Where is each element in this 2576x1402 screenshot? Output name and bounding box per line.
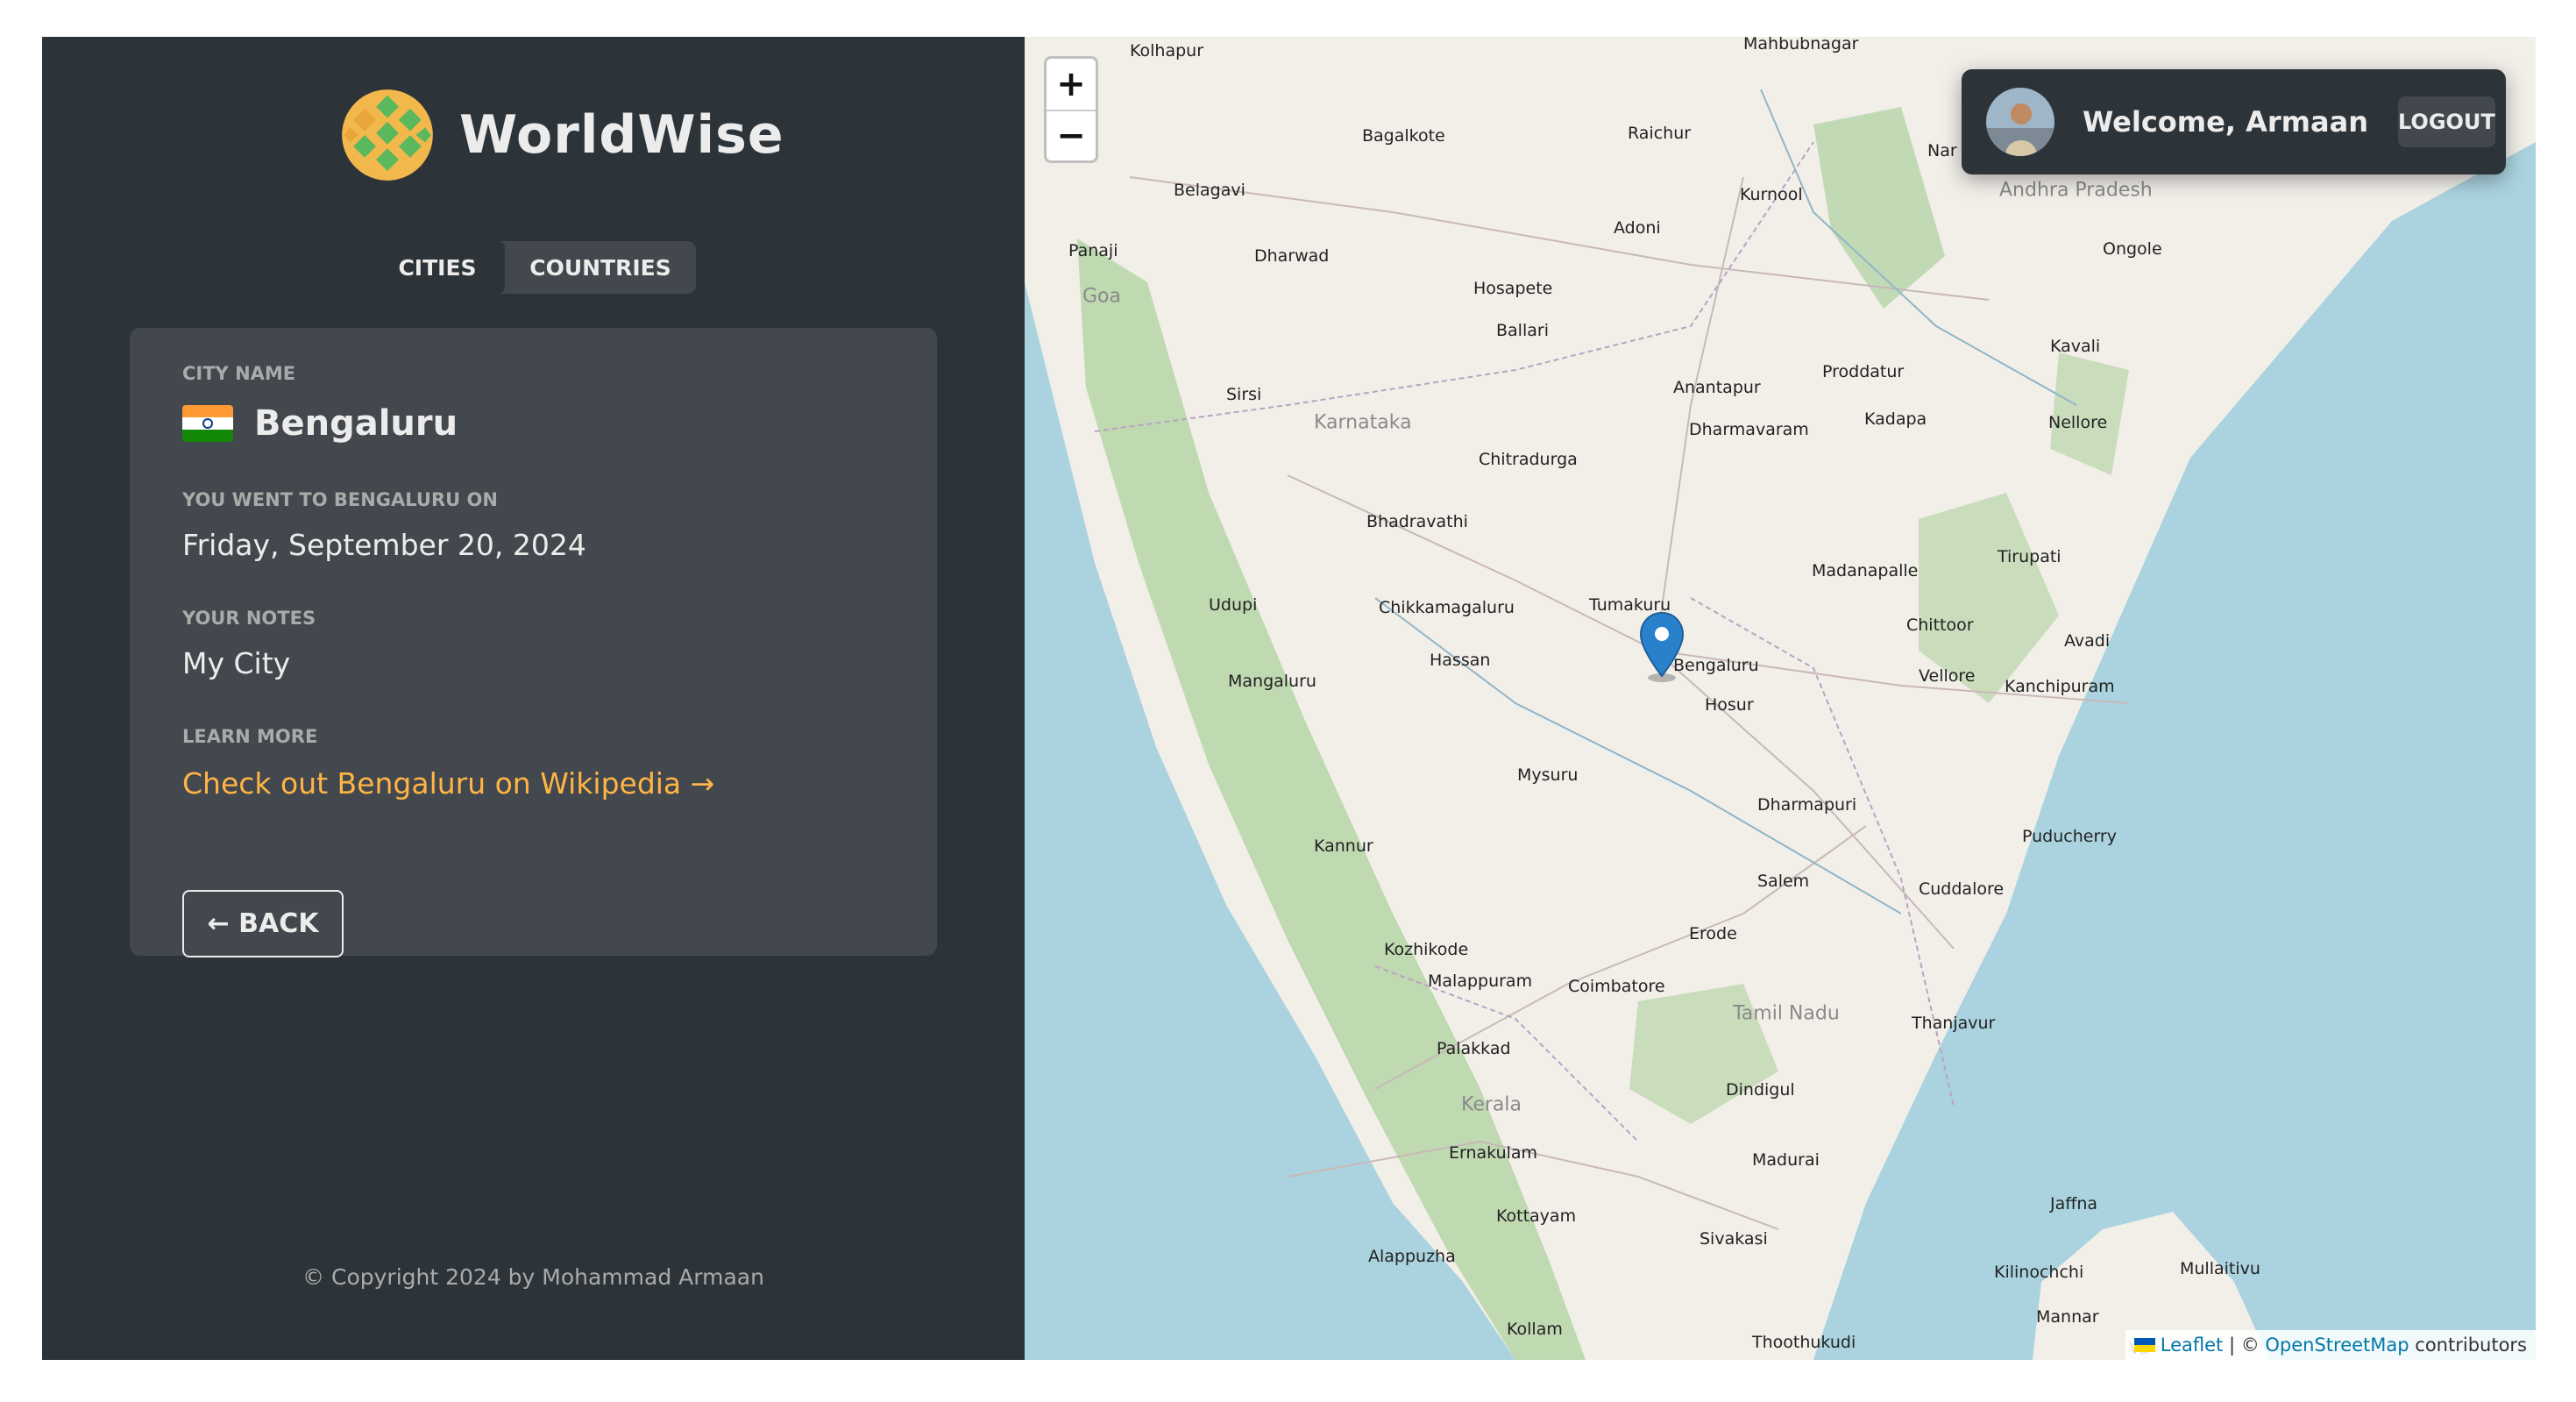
- map-label: Avadi: [2064, 631, 2111, 651]
- map-label: Hosapete: [1473, 279, 1553, 298]
- avatar: [1986, 88, 2054, 156]
- map-label: Thoothukudi: [1752, 1333, 1856, 1352]
- map-label: Mysuru: [1517, 765, 1579, 785]
- map-label: Malappuram: [1428, 971, 1533, 991]
- map-label: Ballari: [1496, 321, 1549, 340]
- map-label: Kerala: [1461, 1093, 1522, 1116]
- map-label: Hosur: [1705, 695, 1754, 715]
- map-label: Mahbubnagar: [1743, 37, 1859, 53]
- visit-date: Friday, September 20, 2024: [182, 528, 586, 562]
- map-label: Vellore: [1919, 666, 1976, 686]
- openstreetmap-link[interactable]: OpenStreetMap: [2265, 1334, 2409, 1356]
- map-label: Karnataka: [1314, 411, 1412, 434]
- notes-label: Your notes: [182, 608, 316, 629]
- tab-countries[interactable]: Countries: [505, 241, 696, 294]
- map-label: Ongole: [2103, 239, 2162, 259]
- map-label: Cuddalore: [1919, 879, 2005, 899]
- leaflet-link[interactable]: Leaflet: [2161, 1334, 2224, 1356]
- copyright-footer: © Copyright 2024 by Mohammad Armaan: [302, 1264, 764, 1290]
- map-label: Chitradurga: [1479, 450, 1578, 469]
- logo[interactable]: WorldWise: [340, 88, 784, 182]
- map-label: Dharmapuri: [1757, 795, 1857, 815]
- map-label: Madurai: [1752, 1150, 1820, 1170]
- zoom-control: + −: [1044, 56, 1098, 163]
- map-label: Kollam: [1507, 1320, 1563, 1339]
- tab-cities[interactable]: Cities: [370, 241, 505, 294]
- map-label: Sirsi: [1226, 385, 1262, 404]
- map-label: Anantapur: [1673, 378, 1761, 397]
- bengaluru-marker-icon[interactable]: [1638, 611, 1685, 683]
- map-label: Kannur: [1314, 836, 1373, 856]
- map-label: Udupi: [1209, 595, 1258, 615]
- map-label: Mannar: [2036, 1307, 2099, 1327]
- tab-nav: Cities Countries: [370, 241, 696, 294]
- map-label: Dindigul: [1726, 1080, 1795, 1100]
- map[interactable]: Kolhapur Mahbubnagar Bagalkote Raichur N…: [1025, 37, 2536, 1360]
- user-panel: Welcome, Armaan LOGOUT: [1962, 69, 2506, 174]
- map-label: Ernakulam: [1449, 1143, 1538, 1163]
- zoom-out-button[interactable]: −: [1047, 110, 1096, 160]
- map-label: Andhra Pradesh: [1999, 179, 2153, 202]
- map-label: Tamil Nadu: [1733, 1002, 1840, 1025]
- zoom-in-button[interactable]: +: [1047, 59, 1096, 110]
- map-attribution: Leaflet | © OpenStreetMap contributors: [2125, 1330, 2536, 1360]
- map-label: Raichur: [1628, 124, 1692, 143]
- map-label: Kanchipuram: [2005, 677, 2115, 696]
- visit-date-label: You went to Bengaluru on: [182, 489, 498, 510]
- logout-button[interactable]: LOGOUT: [2397, 96, 2495, 147]
- map-label: Alappuzha: [1368, 1247, 1456, 1266]
- city-name-row: Bengaluru: [182, 403, 884, 444]
- map-label: Tirupati: [1998, 547, 2062, 566]
- app-layout: WorldWise Cities Countries City name Ben…: [42, 37, 2536, 1360]
- india-flag-icon: [182, 405, 233, 442]
- map-label: Bagalkote: [1362, 126, 1445, 146]
- map-label: Hassan: [1430, 651, 1491, 670]
- map-label: Coimbatore: [1568, 977, 1665, 996]
- back-button[interactable]: ← BACK: [182, 890, 344, 957]
- wikipedia-link[interactable]: Check out Bengaluru on Wikipedia →: [182, 766, 714, 801]
- map-label: Kurnool: [1740, 185, 1803, 204]
- map-label: Palakkad: [1437, 1039, 1511, 1058]
- map-label: Kavali: [2050, 337, 2101, 356]
- map-label: Belagavi: [1174, 181, 1245, 200]
- map-label: Kottayam: [1496, 1206, 1577, 1226]
- map-label: Goa: [1082, 285, 1121, 308]
- logo-icon: [342, 89, 433, 181]
- map-label: Thanjavur: [1912, 1014, 1996, 1033]
- map-label: Kilinochchi: [1994, 1263, 2084, 1282]
- map-label: Kolhapur: [1130, 41, 1204, 60]
- map-label: Mullaitivu: [2180, 1259, 2260, 1278]
- attribution-contributors: contributors: [2409, 1334, 2527, 1356]
- map-label: Nar: [1927, 141, 1957, 160]
- map-label: Erode: [1689, 924, 1737, 943]
- notes-value: My City: [182, 646, 291, 680]
- welcome-text: Welcome, Armaan: [2083, 105, 2368, 139]
- map-label: Kadapa: [1864, 409, 1927, 429]
- map-label: Panaji: [1068, 241, 1118, 260]
- map-label: Bhadravathi: [1366, 512, 1468, 531]
- map-label: Jaffna: [2050, 1194, 2098, 1213]
- map-label: Puducherry: [2022, 827, 2117, 846]
- logo-text: WorldWise: [459, 104, 784, 166]
- attribution-separator: | ©: [2223, 1334, 2266, 1356]
- map-label: Sivakasi: [1700, 1229, 1768, 1249]
- map-label: Bengaluru: [1673, 656, 1759, 675]
- map-label: Chittoor: [1906, 616, 1974, 635]
- map-label: Salem: [1757, 872, 1810, 891]
- city-name-label: City name: [182, 363, 296, 384]
- sidebar: WorldWise Cities Countries City name Ben…: [42, 37, 1025, 1360]
- city-details-card: City name Bengaluru You went to Bengalur…: [130, 328, 937, 957]
- map-label: Mangaluru: [1228, 672, 1316, 691]
- map-label: Dharwad: [1254, 246, 1330, 266]
- map-label: Proddatur: [1822, 362, 1905, 381]
- map-label: Chikkamagaluru: [1379, 598, 1515, 617]
- map-label: Adoni: [1614, 218, 1661, 238]
- learn-more-label: Learn more: [182, 726, 318, 747]
- map-label: Nellore: [2048, 413, 2108, 432]
- map-label: Kozhikode: [1384, 940, 1469, 959]
- ukraine-flag-icon: [2133, 1338, 2155, 1352]
- city-name: Bengaluru: [254, 403, 458, 444]
- map-label: Dharmavaram: [1689, 420, 1809, 439]
- map-label: Madanapalle: [1812, 561, 1919, 580]
